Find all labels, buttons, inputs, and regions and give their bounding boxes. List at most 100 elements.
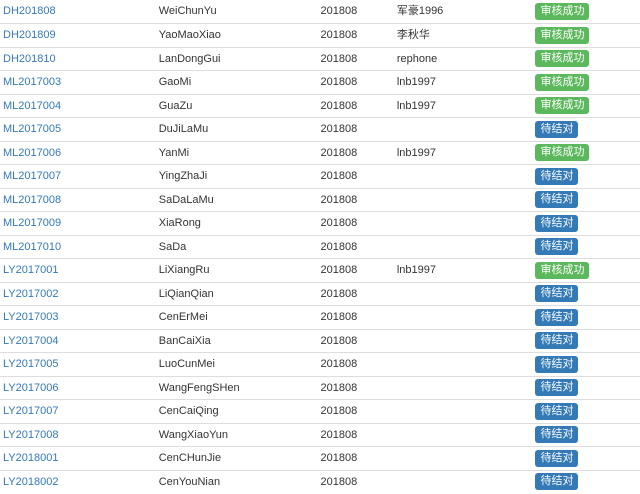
student-id-link[interactable]: LY2017007 <box>3 405 58 417</box>
student-id-link[interactable]: LY2017002 <box>3 288 58 300</box>
student-id-cell: ML2017005 <box>0 118 159 142</box>
status-cell: 待结对 <box>535 470 640 494</box>
status-approved-button[interactable]: 审核成功 <box>535 26 590 44</box>
status-cell: 待结对 <box>535 423 640 447</box>
student-id-cell: ML2017006 <box>0 141 159 165</box>
reviewer <box>397 447 536 471</box>
status-cell: 审核成功 <box>535 259 640 283</box>
reviewer <box>397 329 536 353</box>
student-id-link[interactable]: LY2017005 <box>3 358 58 370</box>
status-pending-button[interactable]: 待结对 <box>535 426 579 444</box>
period: 201808 <box>320 381 358 394</box>
reviewer: lnb1997 <box>396 76 436 88</box>
status-pending-button[interactable]: 待结对 <box>535 238 579 256</box>
status-cell: 待结对 <box>535 329 640 353</box>
student-id-link[interactable]: ML2017006 <box>3 147 61 159</box>
reviewer: 军豪1996 <box>396 5 444 18</box>
student-name: CenCaiQing <box>158 405 219 417</box>
student-id-link[interactable]: ML2017009 <box>3 217 61 229</box>
reviewer <box>397 423 536 447</box>
status-pending-button[interactable]: 待结对 <box>535 449 579 467</box>
status-approved-button[interactable]: 审核成功 <box>535 144 590 162</box>
table-row: LY2018001 CenCHunJie 201808 待结对 <box>0 446 640 471</box>
student-id-link[interactable]: ML2017004 <box>3 100 61 112</box>
table-row: ML2017007 YingZhaJi 201808 待结对 <box>0 164 640 189</box>
status-pending-button[interactable]: 待结对 <box>535 214 579 232</box>
period: 201808 <box>320 428 358 441</box>
status-pending-button[interactable]: 待结对 <box>535 473 579 491</box>
student-id-cell: ML2017004 <box>0 94 159 118</box>
reviewer: lnb1997 <box>396 99 436 112</box>
status-approved-button[interactable]: 审核成功 <box>535 2 590 20</box>
student-id-cell: LY2017002 <box>0 282 159 306</box>
status-cell: 待结对 <box>535 188 640 212</box>
reviewer <box>397 282 536 306</box>
reviewer: lnb1997 <box>396 264 436 276</box>
period: 201808 <box>320 452 358 464</box>
student-id-cell: ML2017008 <box>0 188 159 212</box>
status-cell: 审核成功 <box>535 71 640 95</box>
student-id-link[interactable]: LY2018001 <box>3 452 58 464</box>
status-pending-button[interactable]: 待结对 <box>535 402 579 420</box>
student-id-link[interactable]: ML2017008 <box>3 194 61 206</box>
student-id-link[interactable]: DH201810 <box>3 53 56 65</box>
status-cell: 待结对 <box>535 376 640 400</box>
status-pending-button[interactable]: 待结对 <box>535 191 579 209</box>
student-id-cell: ML2017009 <box>0 212 159 236</box>
status-pending-button[interactable]: 待结对 <box>535 120 579 138</box>
status-pending-button[interactable]: 待结对 <box>535 285 579 303</box>
period: 201808 <box>320 217 358 229</box>
status-pending-button[interactable]: 待结对 <box>535 332 579 350</box>
student-name: CenYouNian <box>158 475 221 488</box>
status-cell: 审核成功 <box>535 141 640 165</box>
student-name: SaDaLaMu <box>158 193 214 206</box>
student-id-link[interactable]: LY2017006 <box>3 382 58 394</box>
student-id-link[interactable]: LY2018002 <box>3 476 58 488</box>
student-id-cell: LY2017004 <box>0 329 159 353</box>
status-pending-button[interactable]: 待结对 <box>535 167 579 185</box>
student-id-link[interactable]: LY2017008 <box>3 429 58 441</box>
period: 201808 <box>320 475 358 488</box>
status-approved-button[interactable]: 审核成功 <box>535 73 590 91</box>
status-pending-button[interactable]: 待结对 <box>535 379 579 397</box>
status-cell: 待结对 <box>535 235 640 259</box>
student-id-link[interactable]: ML2017003 <box>3 76 61 88</box>
table-row: ML2017006 YanMi 201808 lnb1997 审核成功 <box>0 141 640 165</box>
period: 201808 <box>320 311 358 323</box>
reviewer <box>397 212 536 236</box>
status-approved-button[interactable]: 审核成功 <box>535 50 590 68</box>
student-id-link[interactable]: ML2017010 <box>3 241 61 253</box>
reviewer <box>397 376 536 400</box>
status-approved-button[interactable]: 审核成功 <box>535 97 590 115</box>
table-row: ML2017004 GuaZu 201808 lnb1997 审核成功 <box>0 94 640 118</box>
student-id-cell: DH201810 <box>0 47 159 71</box>
period: 201808 <box>320 52 358 65</box>
table-row: LY2017003 CenErMei 201808 待结对 <box>0 305 640 330</box>
student-name: XiaRong <box>158 217 201 229</box>
student-id-link[interactable]: LY2017004 <box>3 335 58 347</box>
student-id-link[interactable]: DH201809 <box>3 29 56 41</box>
period: 201808 <box>320 405 358 417</box>
student-name: YanMi <box>158 146 190 159</box>
student-name: WeiChunYu <box>158 5 217 18</box>
student-id-link[interactable]: DH201808 <box>3 5 56 17</box>
student-id-cell: DH201808 <box>0 0 159 24</box>
student-id-link[interactable]: ML2017005 <box>3 123 61 135</box>
student-id-cell: LY2018002 <box>0 470 159 494</box>
status-pending-button[interactable]: 待结对 <box>535 308 579 326</box>
period: 201808 <box>320 287 358 300</box>
status-cell: 待结对 <box>535 306 640 330</box>
student-id-link[interactable]: LY2017003 <box>3 311 58 323</box>
status-cell: 待结对 <box>535 400 640 424</box>
status-pending-button[interactable]: 待结对 <box>535 355 579 373</box>
student-id-cell: LY2017001 <box>0 259 159 283</box>
student-name: LanDongGui <box>158 52 221 65</box>
student-id-link[interactable]: ML2017007 <box>3 170 61 182</box>
table-row: LY2017004 BanCaiXia 201808 待结对 <box>0 329 640 353</box>
student-id-cell: LY2017005 <box>0 353 159 377</box>
reviewer: lnb1997 <box>396 146 436 159</box>
student-id-link[interactable]: LY2017001 <box>3 264 58 276</box>
student-name: CenErMei <box>158 311 208 323</box>
student-id-cell: ML2017003 <box>0 71 159 95</box>
status-approved-button[interactable]: 审核成功 <box>535 261 590 279</box>
